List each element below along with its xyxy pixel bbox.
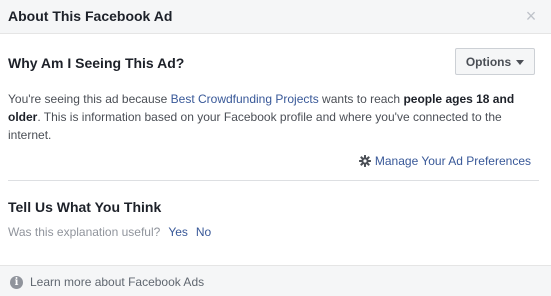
dialog-footer: i Learn more about Facebook Ads <box>0 265 551 296</box>
close-icon[interactable]: × <box>523 7 539 25</box>
dialog-title: About This Facebook Ad <box>8 8 173 24</box>
explanation-text-3: . This is information based on your Face… <box>8 110 502 142</box>
feedback-question: Was this explanation useful? <box>8 225 161 239</box>
feedback-no-link[interactable]: No <box>196 225 211 239</box>
caret-down-icon <box>516 59 525 65</box>
dialog-header: About This Facebook Ad × <box>0 0 551 34</box>
advertiser-link[interactable]: Best Crowdfunding Projects <box>171 92 319 106</box>
why-section-title: Why Am I Seeing This Ad? <box>8 55 185 71</box>
feedback-row: Was this explanation useful? Yes No <box>8 225 211 239</box>
feedback-section-title: Tell Us What You Think <box>8 199 162 215</box>
options-button-label: Options <box>465 54 512 69</box>
gear-icon <box>358 155 371 167</box>
ad-explanation: You're seeing this ad because Best Crowd… <box>8 90 538 144</box>
info-icon: i <box>10 275 23 289</box>
feedback-yes-link[interactable]: Yes <box>168 225 188 239</box>
manage-ad-preferences-label: Manage Your Ad Preferences <box>374 154 531 168</box>
explanation-text-1: You're seeing this ad because <box>8 92 171 106</box>
explanation-text-2: wants to reach <box>318 92 404 106</box>
learn-more-link[interactable]: i Learn more about Facebook Ads <box>10 275 204 289</box>
learn-more-label: Learn more about Facebook Ads <box>30 275 205 289</box>
manage-ad-preferences-link[interactable]: Manage Your Ad Preferences <box>358 154 531 168</box>
options-button[interactable]: Options <box>455 48 535 75</box>
section-divider <box>8 180 539 181</box>
